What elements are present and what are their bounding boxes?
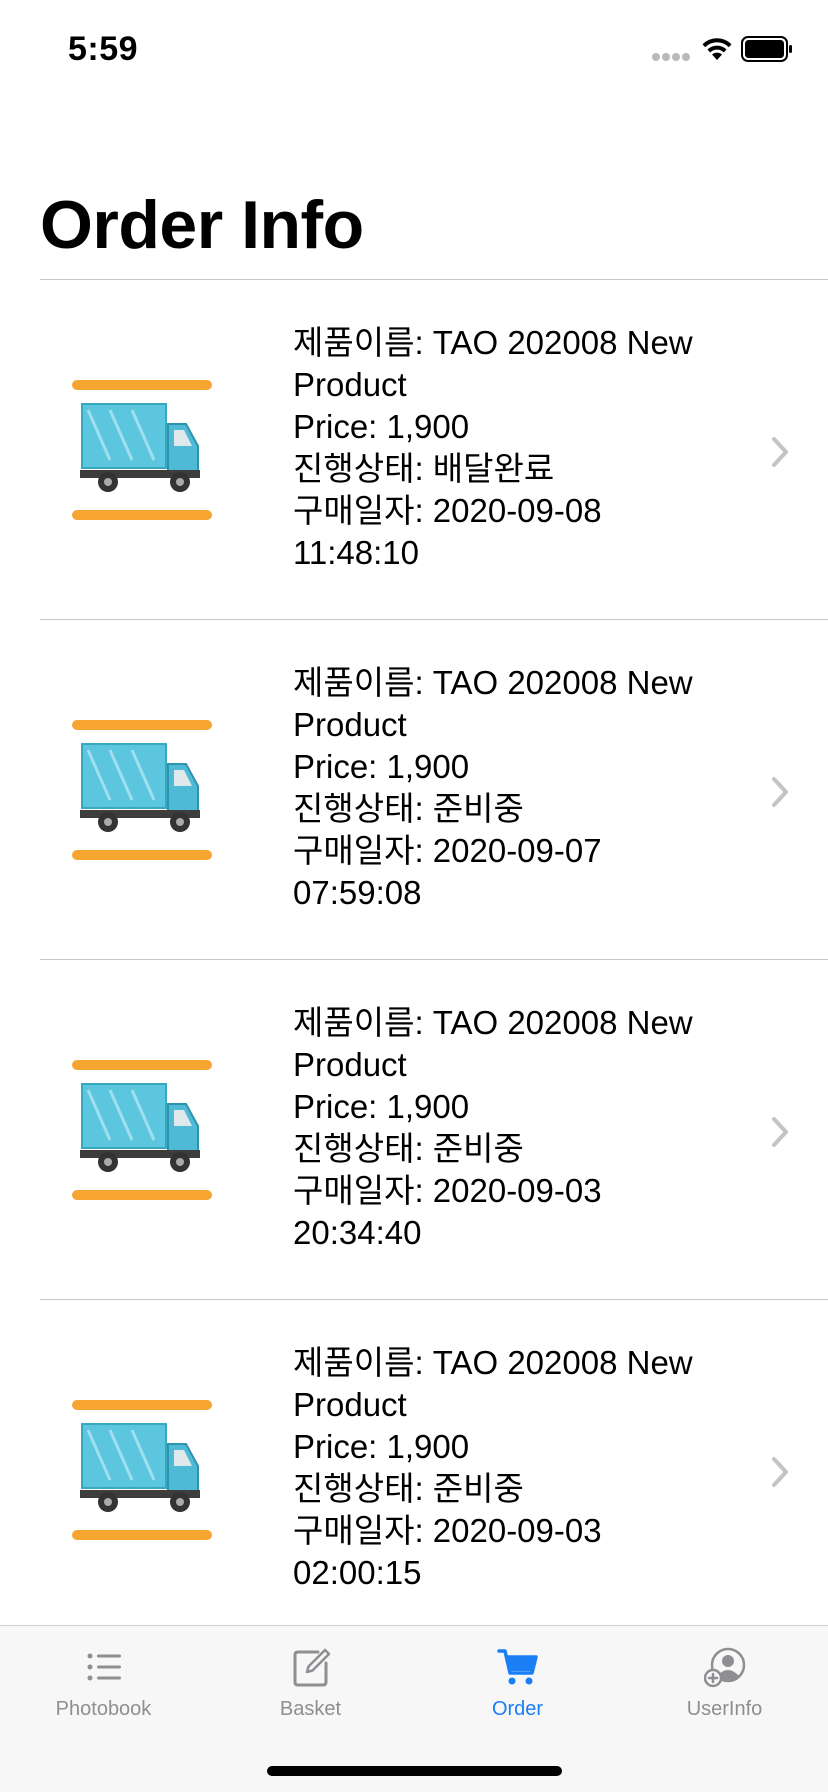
order-row[interactable]: 제품이름: TAO 202008 New Product Price: 1,90… <box>0 960 828 1300</box>
tab-userinfo[interactable]: UserInfo <box>621 1626 828 1726</box>
chevron-right-icon <box>772 1117 788 1147</box>
battery-icon <box>741 36 792 62</box>
price: Price: 1,900 <box>293 1088 470 1125</box>
chevron-right-icon <box>772 777 788 807</box>
tab-basket[interactable]: Basket <box>207 1626 414 1726</box>
status-time: 5:59 <box>68 30 139 68</box>
truck-thumbnail <box>72 1400 212 1540</box>
purchase-date: 구매일자: 2020-09-03 02:00:15 <box>293 1512 602 1591</box>
order-details: 제품이름: TAO 202008 New Product Price: 1,90… <box>293 1002 733 1254</box>
product-name: 제품이름: TAO 202008 New Product <box>293 1344 693 1423</box>
truck-thumbnail <box>72 720 212 860</box>
chevron-right-icon <box>772 1457 788 1487</box>
product-name: 제품이름: TAO 202008 New Product <box>293 1004 693 1083</box>
add-user-icon <box>704 1647 746 1688</box>
home-indicator[interactable] <box>267 1766 562 1776</box>
order-row[interactable]: 제품이름: TAO 202008 New Product Price: 1,90… <box>0 1300 828 1640</box>
tab-order[interactable]: Order <box>414 1626 621 1726</box>
cellular-signal-icon <box>652 53 692 61</box>
price: Price: 1,900 <box>293 748 470 785</box>
tab-label: UserInfo <box>686 1698 763 1720</box>
order-status: 진행상태: 준비중 <box>293 1470 524 1507</box>
order-row[interactable]: 제품이름: TAO 202008 New Product Price: 1,90… <box>0 620 828 960</box>
order-details: 제품이름: TAO 202008 New Product Price: 1,90… <box>293 662 733 914</box>
purchase-date: 구매일자: 2020-09-03 20:34:40 <box>293 1172 602 1251</box>
tab-photobook[interactable]: Photobook <box>0 1626 207 1726</box>
order-status: 진행상태: 준비중 <box>293 790 524 827</box>
delivery-truck-icon <box>80 743 200 832</box>
edit-icon <box>293 1648 331 1687</box>
price: Price: 1,900 <box>293 1428 470 1465</box>
cart-icon <box>497 1649 538 1685</box>
order-info-screen: 5:59 Order Info 제품이름: TAO 202008 New Pro… <box>0 0 828 1792</box>
price: Price: 1,900 <box>293 408 470 445</box>
purchase-date: 구매일자: 2020-09-07 07:59:08 <box>293 832 602 911</box>
tab-label: Order <box>491 1698 544 1720</box>
delivery-truck-icon <box>80 403 200 492</box>
order-list: 제품이름: TAO 202008 New Product Price: 1,90… <box>0 280 828 1640</box>
delivery-truck-icon <box>80 1423 200 1512</box>
order-status: 진행상태: 준비중 <box>293 1130 524 1167</box>
order-details: 제품이름: TAO 202008 New Product Price: 1,90… <box>293 322 733 574</box>
product-name: 제품이름: TAO 202008 New Product <box>293 664 693 743</box>
page-title: Order Info <box>40 187 364 263</box>
truck-thumbnail <box>72 1060 212 1200</box>
purchase-date: 구매일자: 2020-09-08 11:48:10 <box>293 492 602 571</box>
status-bar: 5:59 <box>0 0 828 100</box>
tab-label: Photobook <box>55 1698 152 1720</box>
chevron-right-icon <box>772 437 788 467</box>
order-status: 진행상태: 배달완료 <box>293 450 555 487</box>
tab-label: Basket <box>279 1698 342 1720</box>
list-icon <box>87 1653 121 1681</box>
order-details: 제품이름: TAO 202008 New Product Price: 1,90… <box>293 1342 733 1594</box>
product-name: 제품이름: TAO 202008 New Product <box>293 324 693 403</box>
delivery-truck-icon <box>80 1083 200 1172</box>
truck-thumbnail <box>72 380 212 520</box>
order-row[interactable]: 제품이름: TAO 202008 New Product Price: 1,90… <box>0 280 828 620</box>
wifi-icon <box>702 38 732 60</box>
